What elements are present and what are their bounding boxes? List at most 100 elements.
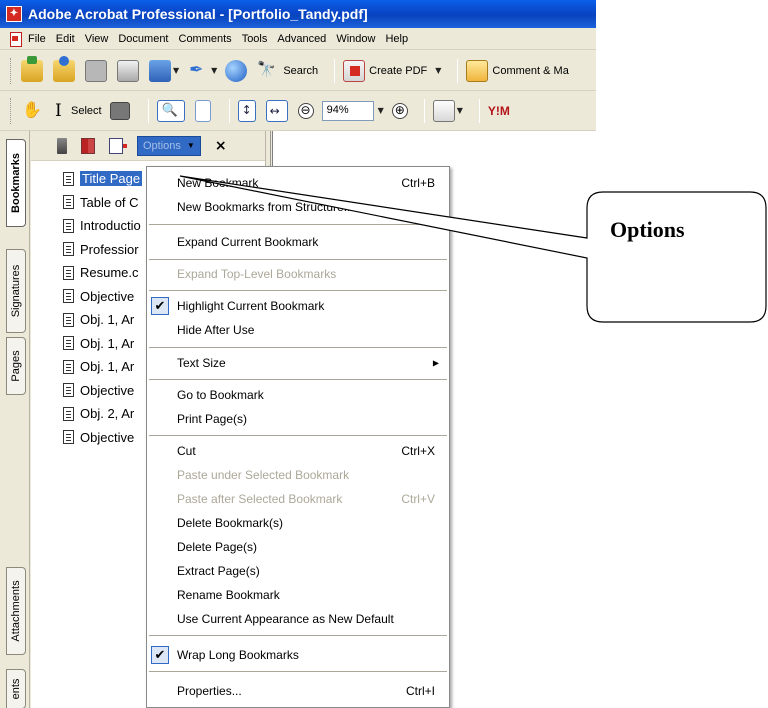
toolbar-separator (147, 98, 149, 123)
chevron-down-icon[interactable]: ▼ (435, 66, 441, 75)
menu-item-label: Paste under Selected Bookmark (177, 468, 350, 482)
menu-separator (149, 379, 447, 380)
select-tool-label[interactable]: Select (71, 105, 102, 117)
menu-item-text-size[interactable]: Text Size ▶ (147, 351, 449, 375)
search-button-label[interactable]: Search (283, 65, 318, 77)
chevron-down-icon[interactable]: ▼ (173, 66, 179, 75)
trash-icon[interactable] (57, 137, 67, 154)
menu-separator (149, 347, 447, 348)
close-panel-button[interactable]: × (215, 138, 227, 154)
menu-item-shortcut: Ctrl+B (401, 176, 435, 190)
menu-item-expand-current[interactable]: Expand Current Bookmark (147, 230, 449, 254)
menu-item-delete-bookmarks[interactable]: Delete Bookmark(s) (147, 511, 449, 535)
actual-size-icon[interactable] (194, 99, 211, 122)
menu-separator (149, 435, 447, 436)
snapshot-camera-icon[interactable] (109, 101, 130, 120)
zoom-in-button[interactable]: ⊕ (391, 102, 408, 119)
menu-item-extract-pages[interactable]: Extract Page(s) (147, 559, 449, 583)
chevron-down-icon[interactable]: ▼ (211, 66, 217, 75)
web-globe-icon[interactable] (225, 59, 248, 82)
bookmark-page-icon (63, 312, 74, 327)
open-folder-icon[interactable] (21, 55, 43, 82)
binoculars-icon[interactable] (257, 60, 279, 82)
menu-item-shortcut: Ctrl+V (401, 492, 435, 506)
menu-item-hide-after-use[interactable]: Hide After Use (147, 318, 449, 342)
menu-document[interactable]: Document (118, 33, 168, 45)
comment-markup-label[interactable]: Comment & Ma (492, 65, 568, 77)
toolbar-separator (457, 58, 459, 83)
menu-item-new-bookmark[interactable]: New Bookmark Ctrl+B (147, 171, 449, 195)
menu-item-label: Use Current Appearance as New Default (177, 612, 394, 626)
menu-window[interactable]: Window (336, 33, 375, 45)
toolbar-grip[interactable] (10, 97, 13, 124)
bookmark-page-icon (63, 171, 74, 186)
bookmark-label: Resume.c (80, 265, 139, 281)
menu-item-highlight-current[interactable]: ✔ Highlight Current Bookmark (147, 294, 449, 318)
menu-separator (149, 671, 447, 672)
menu-item-new-bookmarks-from-structure[interactable]: New Bookmarks from Structure... (147, 195, 449, 219)
pdf-document-icon[interactable] (8, 31, 22, 47)
save-icon[interactable] (85, 59, 107, 82)
email-icon[interactable] (149, 59, 171, 82)
menu-item-use-current-appearance[interactable]: Use Current Appearance as New Default (147, 607, 449, 631)
select-cursor-icon[interactable] (53, 101, 67, 121)
rotate-view-icon[interactable] (432, 99, 455, 122)
tab-attachments[interactable]: Attachments (6, 567, 26, 655)
toolbar-separator (423, 98, 425, 123)
chevron-down-icon[interactable]: ▼ (457, 106, 463, 115)
tab-comments[interactable]: ents (6, 669, 26, 708)
menu-item-print-pages[interactable]: Print Page(s) (147, 407, 449, 431)
menu-comments[interactable]: Comments (179, 33, 232, 45)
fit-page-icon[interactable] (237, 99, 256, 122)
menu-item-go-to-bookmark[interactable]: Go to Bookmark (147, 383, 449, 407)
bookmark-page-icon (63, 430, 74, 445)
menu-bar: File Edit View Document Comments Tools A… (0, 28, 596, 50)
options-button[interactable]: Options ▼ (137, 135, 201, 156)
bookmark-label: Obj. 2, Ar (80, 406, 135, 422)
menu-edit[interactable]: Edit (56, 33, 75, 45)
bookmark-page-icon (63, 383, 74, 398)
menu-tools[interactable]: Tools (242, 33, 268, 45)
zoom-out-button[interactable]: ⊖ (297, 102, 314, 119)
print-icon[interactable] (117, 59, 139, 82)
menu-item-cut[interactable]: Cut Ctrl+X (147, 439, 449, 463)
tab-bookmarks[interactable]: Bookmarks (6, 139, 26, 227)
menu-item-label: Highlight Current Bookmark (177, 299, 325, 313)
chevron-down-icon[interactable]: ▼ (378, 106, 384, 115)
menu-item-label: Print Page(s) (177, 412, 248, 426)
tab-signatures-label: Signatures (10, 264, 22, 318)
navigation-tabs: Bookmarks Signatures Pages Attachments e… (0, 131, 30, 708)
comment-markup-icon[interactable] (466, 59, 489, 82)
zoom-level-field[interactable]: 94% (321, 100, 374, 121)
toolbar-separator (228, 98, 230, 123)
yahoo-messenger-icon[interactable]: Y!M (488, 100, 518, 122)
bookmarks-panel-toolbar: Options ▼ × (31, 131, 265, 161)
bookmark-label: Obj. 1, Ar (80, 312, 135, 328)
fit-width-icon[interactable] (265, 99, 288, 122)
menu-item-label: Delete Page(s) (177, 540, 258, 554)
navigation-toolbar: Select ⊖ 94% ▼ ⊕ ▼ Y!M (0, 91, 596, 131)
menu-item-wrap-long-bookmarks[interactable]: ✔ Wrap Long Bookmarks (147, 643, 449, 667)
menu-view[interactable]: View (85, 33, 109, 45)
tab-signatures[interactable]: Signatures (6, 249, 26, 333)
menu-advanced[interactable]: Advanced (277, 33, 326, 45)
hand-tool-icon[interactable] (21, 100, 43, 122)
bookmark-label: Objective (80, 429, 135, 445)
zoom-in-tool-icon[interactable] (156, 99, 185, 122)
tab-pages[interactable]: Pages (6, 337, 26, 395)
bookmark-label: Objective (80, 382, 135, 398)
sign-pen-icon[interactable] (187, 60, 209, 82)
menu-help[interactable]: Help (385, 33, 408, 45)
toolbar-grip[interactable] (10, 57, 13, 84)
organizer-icon[interactable] (53, 55, 75, 82)
menu-item-rename-bookmark[interactable]: Rename Bookmark (147, 583, 449, 607)
bookmark-label: Table of C (80, 194, 139, 210)
create-pdf-label[interactable]: Create PDF (369, 65, 427, 77)
new-bookmark-icon[interactable] (109, 137, 127, 154)
menu-file[interactable]: File (28, 33, 46, 45)
expand-bookmark-icon[interactable] (81, 137, 95, 154)
file-toolbar: ▼ ▼ Search Create PDF ▼ Comment & Ma (0, 51, 596, 91)
menu-item-delete-pages[interactable]: Delete Page(s) (147, 535, 449, 559)
menu-item-properties[interactable]: Properties... Ctrl+I (147, 679, 449, 703)
create-pdf-icon[interactable] (343, 59, 366, 82)
